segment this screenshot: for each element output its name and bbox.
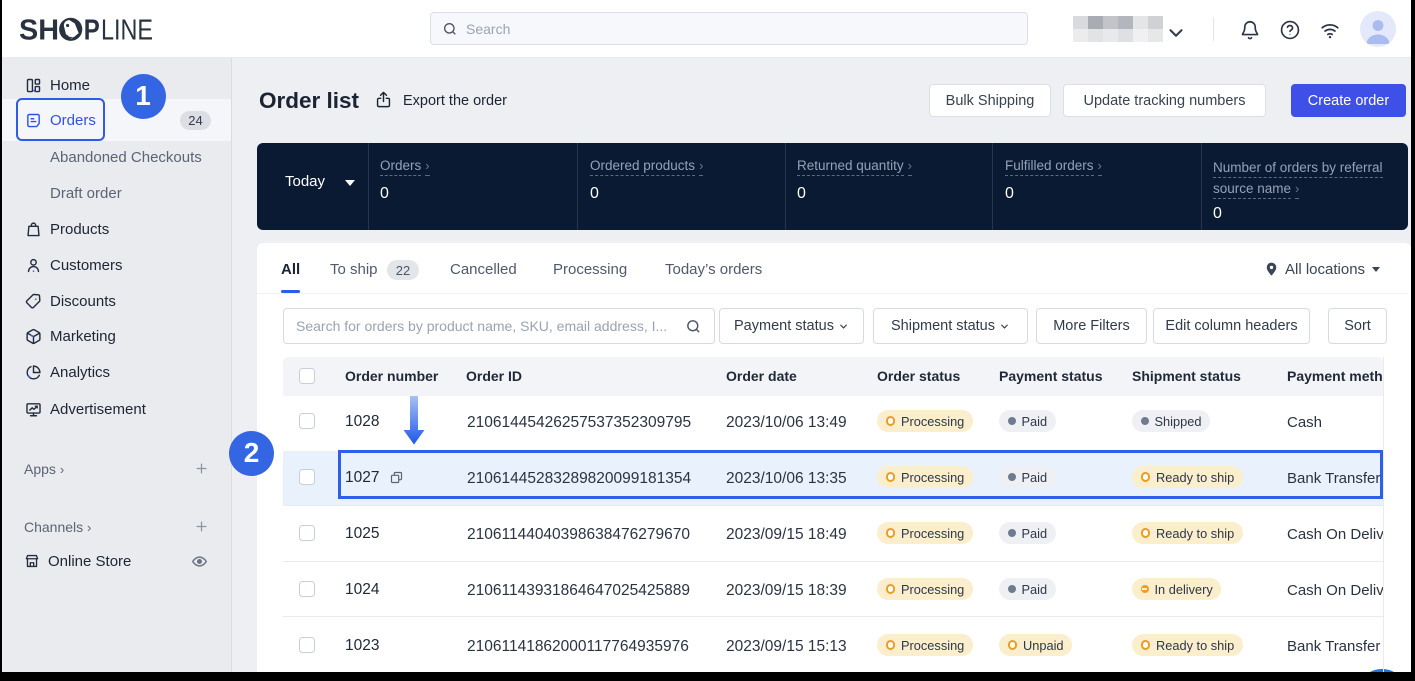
- svg-text:SH: SH: [20, 17, 59, 43]
- svg-text:P: P: [84, 17, 100, 43]
- svg-text:LINE: LINE: [101, 17, 153, 43]
